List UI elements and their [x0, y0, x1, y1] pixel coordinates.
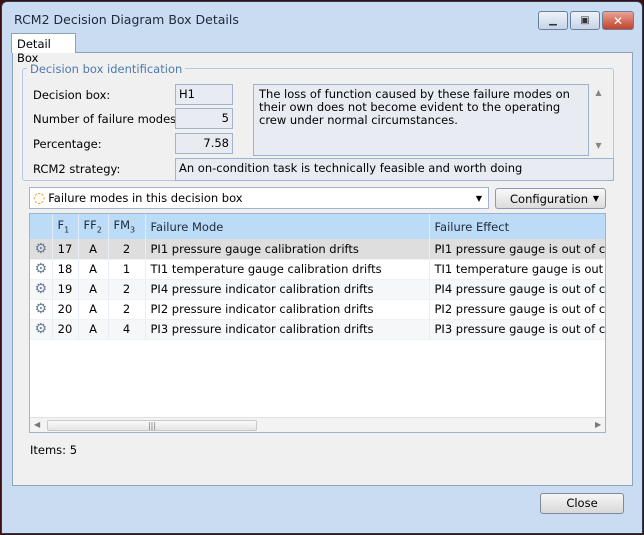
cell-failure-mode: PI3 pressure indicator calibration drift…	[145, 319, 430, 340]
horizontal-scrollbar[interactable]: ◀ ||| ▶	[30, 417, 605, 432]
percentage-field: 7.58	[175, 133, 233, 154]
cell-ff: A	[78, 279, 109, 300]
decision-box-label: Decision box:	[33, 88, 111, 102]
header-f[interactable]: F1	[52, 214, 79, 239]
cell-f: 19	[52, 279, 79, 300]
dropdown-value: Failure modes in this decision box	[48, 191, 243, 205]
configuration-button[interactable]: Configuration ▼	[495, 188, 606, 209]
description-memo[interactable]: The loss of function caused by these fai…	[253, 84, 589, 156]
header-failure-effect[interactable]: Failure Effect	[429, 214, 605, 239]
grid-header: F1 FF2 FM3 Failure Mode Failure Effect	[30, 214, 605, 239]
cell-ff: A	[78, 239, 109, 260]
cell-failure-effect: PI1 pressure gauge is out of calibration	[429, 239, 605, 260]
gear-icon: ⚙	[30, 299, 53, 320]
header-icon-col	[30, 214, 53, 239]
table-row[interactable]: ⚙ 17 A 2 PI1 pressure gauge calibration drif…	[30, 239, 605, 260]
cell-f: 20	[52, 299, 79, 320]
cell-failure-mode: PI2 pressure indicator calibration drift…	[145, 299, 430, 320]
cell-fm: 2	[108, 279, 146, 300]
scroll-right-icon[interactable]: ▶	[595, 420, 601, 429]
percentage-label: Percentage:	[33, 137, 102, 151]
cell-failure-mode: TI1 temperature gauge calibration drifts	[145, 259, 430, 280]
num-failure-modes-label: Number of failure modes:	[33, 112, 181, 126]
cell-fm: 1	[108, 259, 146, 280]
scroll-left-icon[interactable]: ◀	[34, 420, 40, 429]
configuration-label: Configuration	[510, 191, 588, 206]
scrollbar-thumb[interactable]: |||	[47, 420, 257, 431]
num-failure-modes-field: 5	[175, 108, 233, 129]
gear-icon: ⚙	[30, 259, 53, 280]
cell-fm: 2	[108, 239, 146, 260]
window-title: RCM2 Decision Diagram Box Details	[14, 12, 239, 27]
cell-failure-effect: PI4 pressure gauge is out of calibration	[429, 279, 605, 300]
failure-modes-dropdown[interactable]: ◌ Failure modes in this decision box ▼	[29, 187, 489, 209]
decision-box-group: Decision box: H1 Number of failure modes…	[22, 68, 614, 181]
cell-failure-mode: PI4 pressure indicator calibration drift…	[145, 279, 430, 300]
failure-modes-grid: F1 FF2 FM3 Failure Mode Failure Effect ⚙…	[29, 213, 606, 433]
table-row[interactable]: ⚙ 19 A 2 PI4 pressure indicator calibration …	[30, 279, 605, 300]
cell-fm: 2	[108, 299, 146, 320]
table-row[interactable]: ⚙ 20 A 2 PI2 pressure indicator calibration …	[30, 299, 605, 320]
items-count: Items: 5	[30, 443, 78, 457]
strategy-field: An on-condition task is technically feas…	[175, 158, 614, 181]
cell-failure-effect: PI3 pressure gauge is out of calibration	[429, 319, 605, 340]
gear-icon: ⚙	[30, 239, 53, 260]
cell-failure-effect: PI2 pressure gauge is out of calibration	[429, 299, 605, 320]
chevron-down-icon: ▼	[592, 194, 599, 203]
minimize-button[interactable]: ▁	[538, 11, 568, 30]
dialog-window: RCM2 Decision Diagram Box Details ▁ ▣ ✕ …	[1, 1, 643, 534]
decision-box-field: H1	[175, 84, 233, 105]
cell-ff: A	[78, 299, 109, 320]
table-row[interactable]: ⚙ 20 A 4 PI3 pressure indicator calibration …	[30, 319, 605, 340]
cell-failure-mode: PI1 pressure gauge calibration drifts	[145, 239, 430, 260]
cell-fm: 4	[108, 319, 146, 340]
refresh-icon: ◌	[33, 190, 46, 206]
gear-icon: ⚙	[30, 279, 53, 300]
chevron-down-icon: ▼	[475, 193, 482, 203]
header-fm[interactable]: FM3	[108, 214, 146, 239]
cell-ff: A	[78, 259, 109, 280]
cell-f: 20	[52, 319, 79, 340]
gear-icon: ⚙	[30, 319, 53, 340]
maximize-button[interactable]: ▣	[570, 11, 600, 30]
header-failure-mode[interactable]: Failure Mode	[145, 214, 430, 239]
strategy-label: RCM2 strategy:	[33, 162, 121, 176]
tab-detail-box[interactable]: Detail Box	[11, 33, 76, 65]
cell-failure-effect: TI1 temperature gauge is out of calibrat…	[429, 259, 605, 280]
tab-panel: Decision box: H1 Number of failure modes…	[12, 52, 633, 486]
window-close-button[interactable]: ✕	[602, 11, 634, 30]
table-row[interactable]: ⚙ 18 A 1 TI1 temperature gauge calibration d…	[30, 259, 605, 280]
cell-f: 17	[52, 239, 79, 260]
cell-ff: A	[78, 319, 109, 340]
cell-f: 18	[52, 259, 79, 280]
group-label: Decision box identification	[27, 62, 186, 76]
memo-scrollbar[interactable]: ▲ ▼	[591, 84, 606, 156]
header-ff[interactable]: FF2	[78, 214, 109, 239]
close-button[interactable]: Close	[540, 493, 624, 514]
